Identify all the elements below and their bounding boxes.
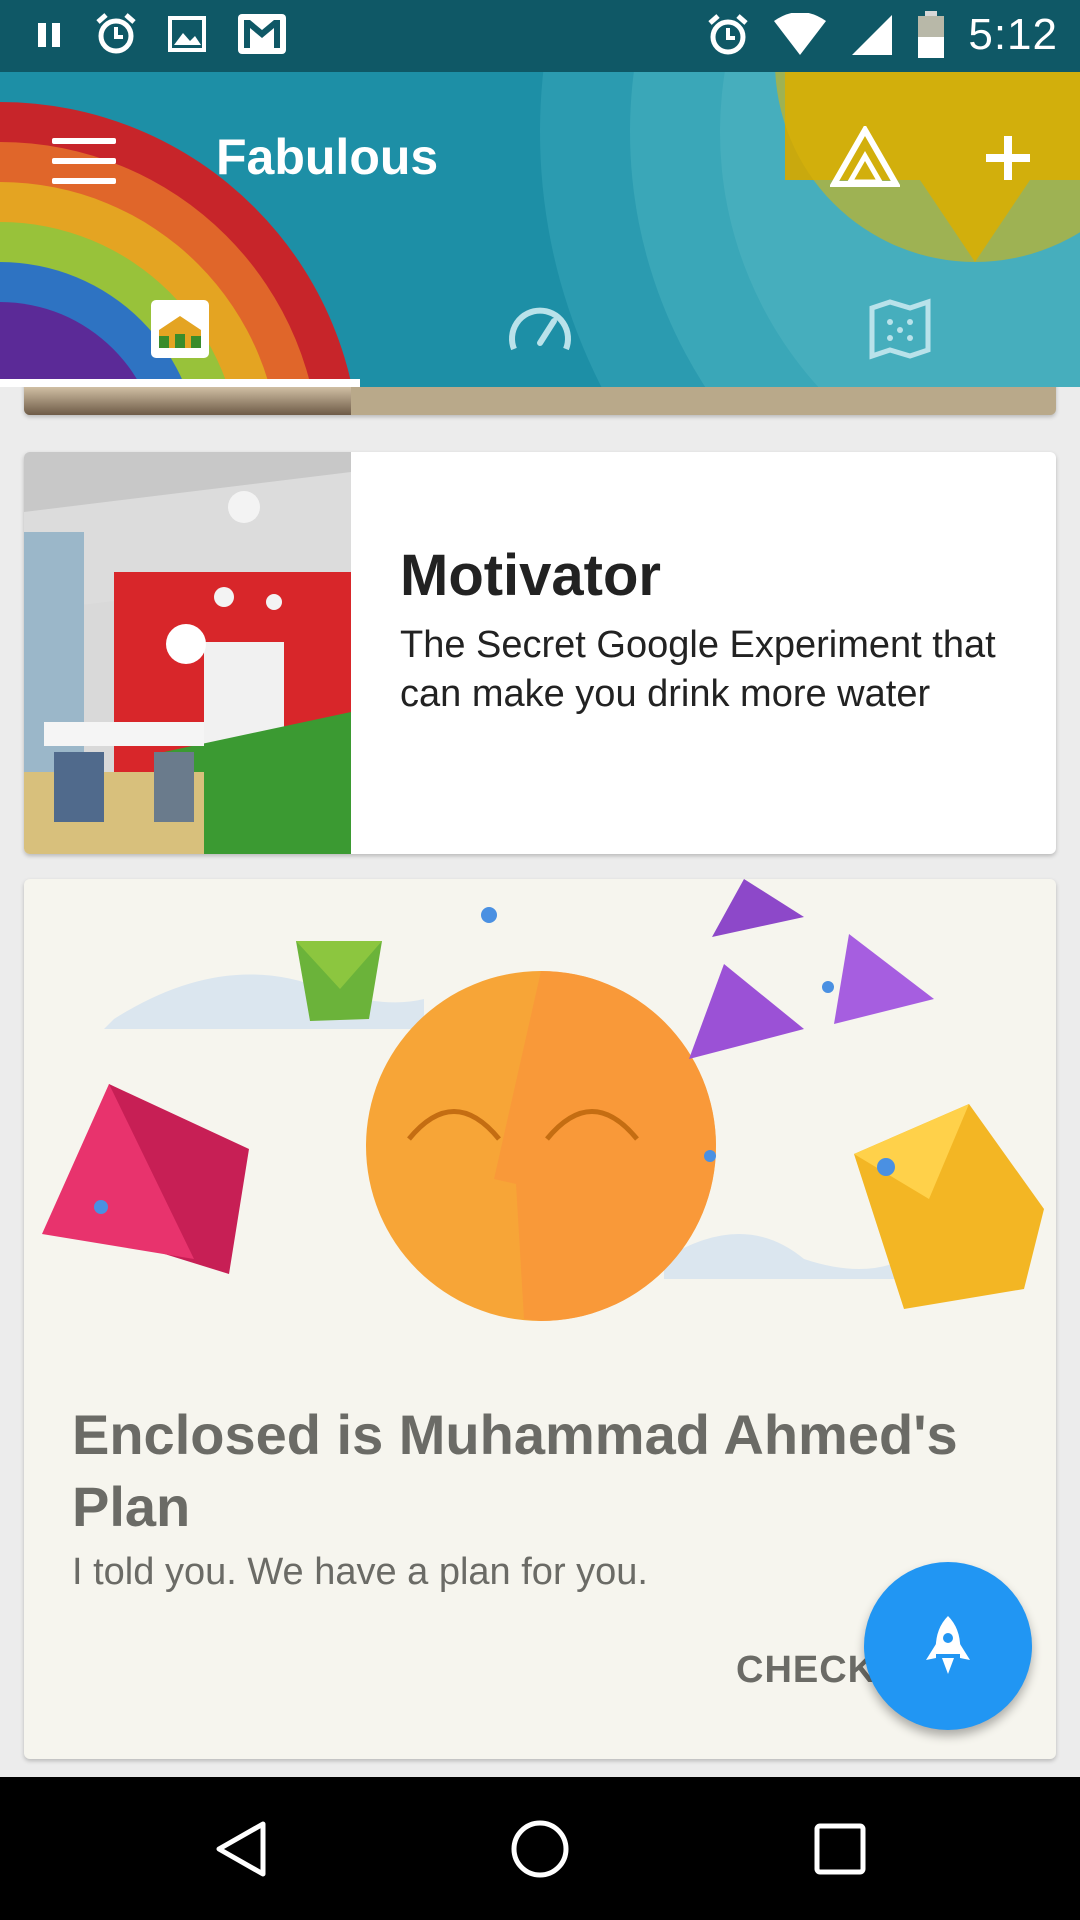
office-thumbnail (24, 452, 351, 854)
app-title: Fabulous (216, 129, 439, 185)
image-icon (168, 15, 206, 53)
menu-button[interactable] (52, 138, 116, 184)
tab-stats[interactable] (360, 270, 720, 387)
speedometer-icon (509, 307, 571, 350)
motivator-card[interactable]: Motivator The Secret Google Experiment t… (24, 452, 1056, 854)
alarm-icon (706, 13, 750, 57)
recents-button[interactable] (740, 1777, 940, 1920)
map-icon (869, 298, 931, 359)
motivator-body: The Secret Google Experiment that can ma… (400, 624, 996, 715)
tab-bar (0, 270, 1080, 387)
rocket-fab[interactable] (864, 1562, 1032, 1730)
gmail-icon (236, 12, 288, 56)
home-circle-icon (511, 1820, 569, 1877)
pause-icon (36, 19, 64, 49)
status-bar: 5:12 (0, 0, 1080, 72)
add-button[interactable] (982, 132, 1034, 189)
status-left-icons (36, 12, 288, 56)
partial-card[interactable] (24, 387, 1056, 415)
hamburger-icon (52, 138, 116, 144)
motivator-title: Motivator (400, 543, 661, 608)
tab-indicator (0, 379, 360, 387)
home-button[interactable] (440, 1777, 640, 1920)
signal-icon (850, 13, 894, 57)
navigation-bar (0, 1777, 1080, 1920)
plus-icon (986, 136, 1030, 180)
back-icon (216, 1821, 266, 1876)
status-right-icons: 5:12 (706, 10, 1058, 60)
tab-journey[interactable] (720, 270, 1080, 387)
triangle-icon (828, 123, 902, 187)
plan-subtitle: I told you. We have a plan for you. (72, 1551, 648, 1593)
wifi-icon (772, 13, 828, 57)
home-icon (151, 299, 209, 358)
back-button[interactable] (140, 1777, 340, 1920)
partial-card-image (24, 387, 351, 415)
alarm-icon (94, 12, 138, 56)
triangle-action-button[interactable] (828, 123, 902, 195)
rocket-icon (926, 1616, 970, 1674)
app-bar: Fabulous (0, 72, 1080, 387)
check-button[interactable]: CHECK (736, 1649, 876, 1692)
battery-icon (916, 11, 946, 59)
happy-face-illustration (42, 879, 1044, 1321)
motivator-text: Motivator The Secret Google Experiment t… (400, 542, 1000, 719)
plan-title: Enclosed is Muhammad Ahmed's Plan (72, 1403, 958, 1538)
tab-home[interactable] (0, 270, 360, 387)
recents-icon (814, 1823, 866, 1874)
clock: 5:12 (968, 10, 1058, 59)
